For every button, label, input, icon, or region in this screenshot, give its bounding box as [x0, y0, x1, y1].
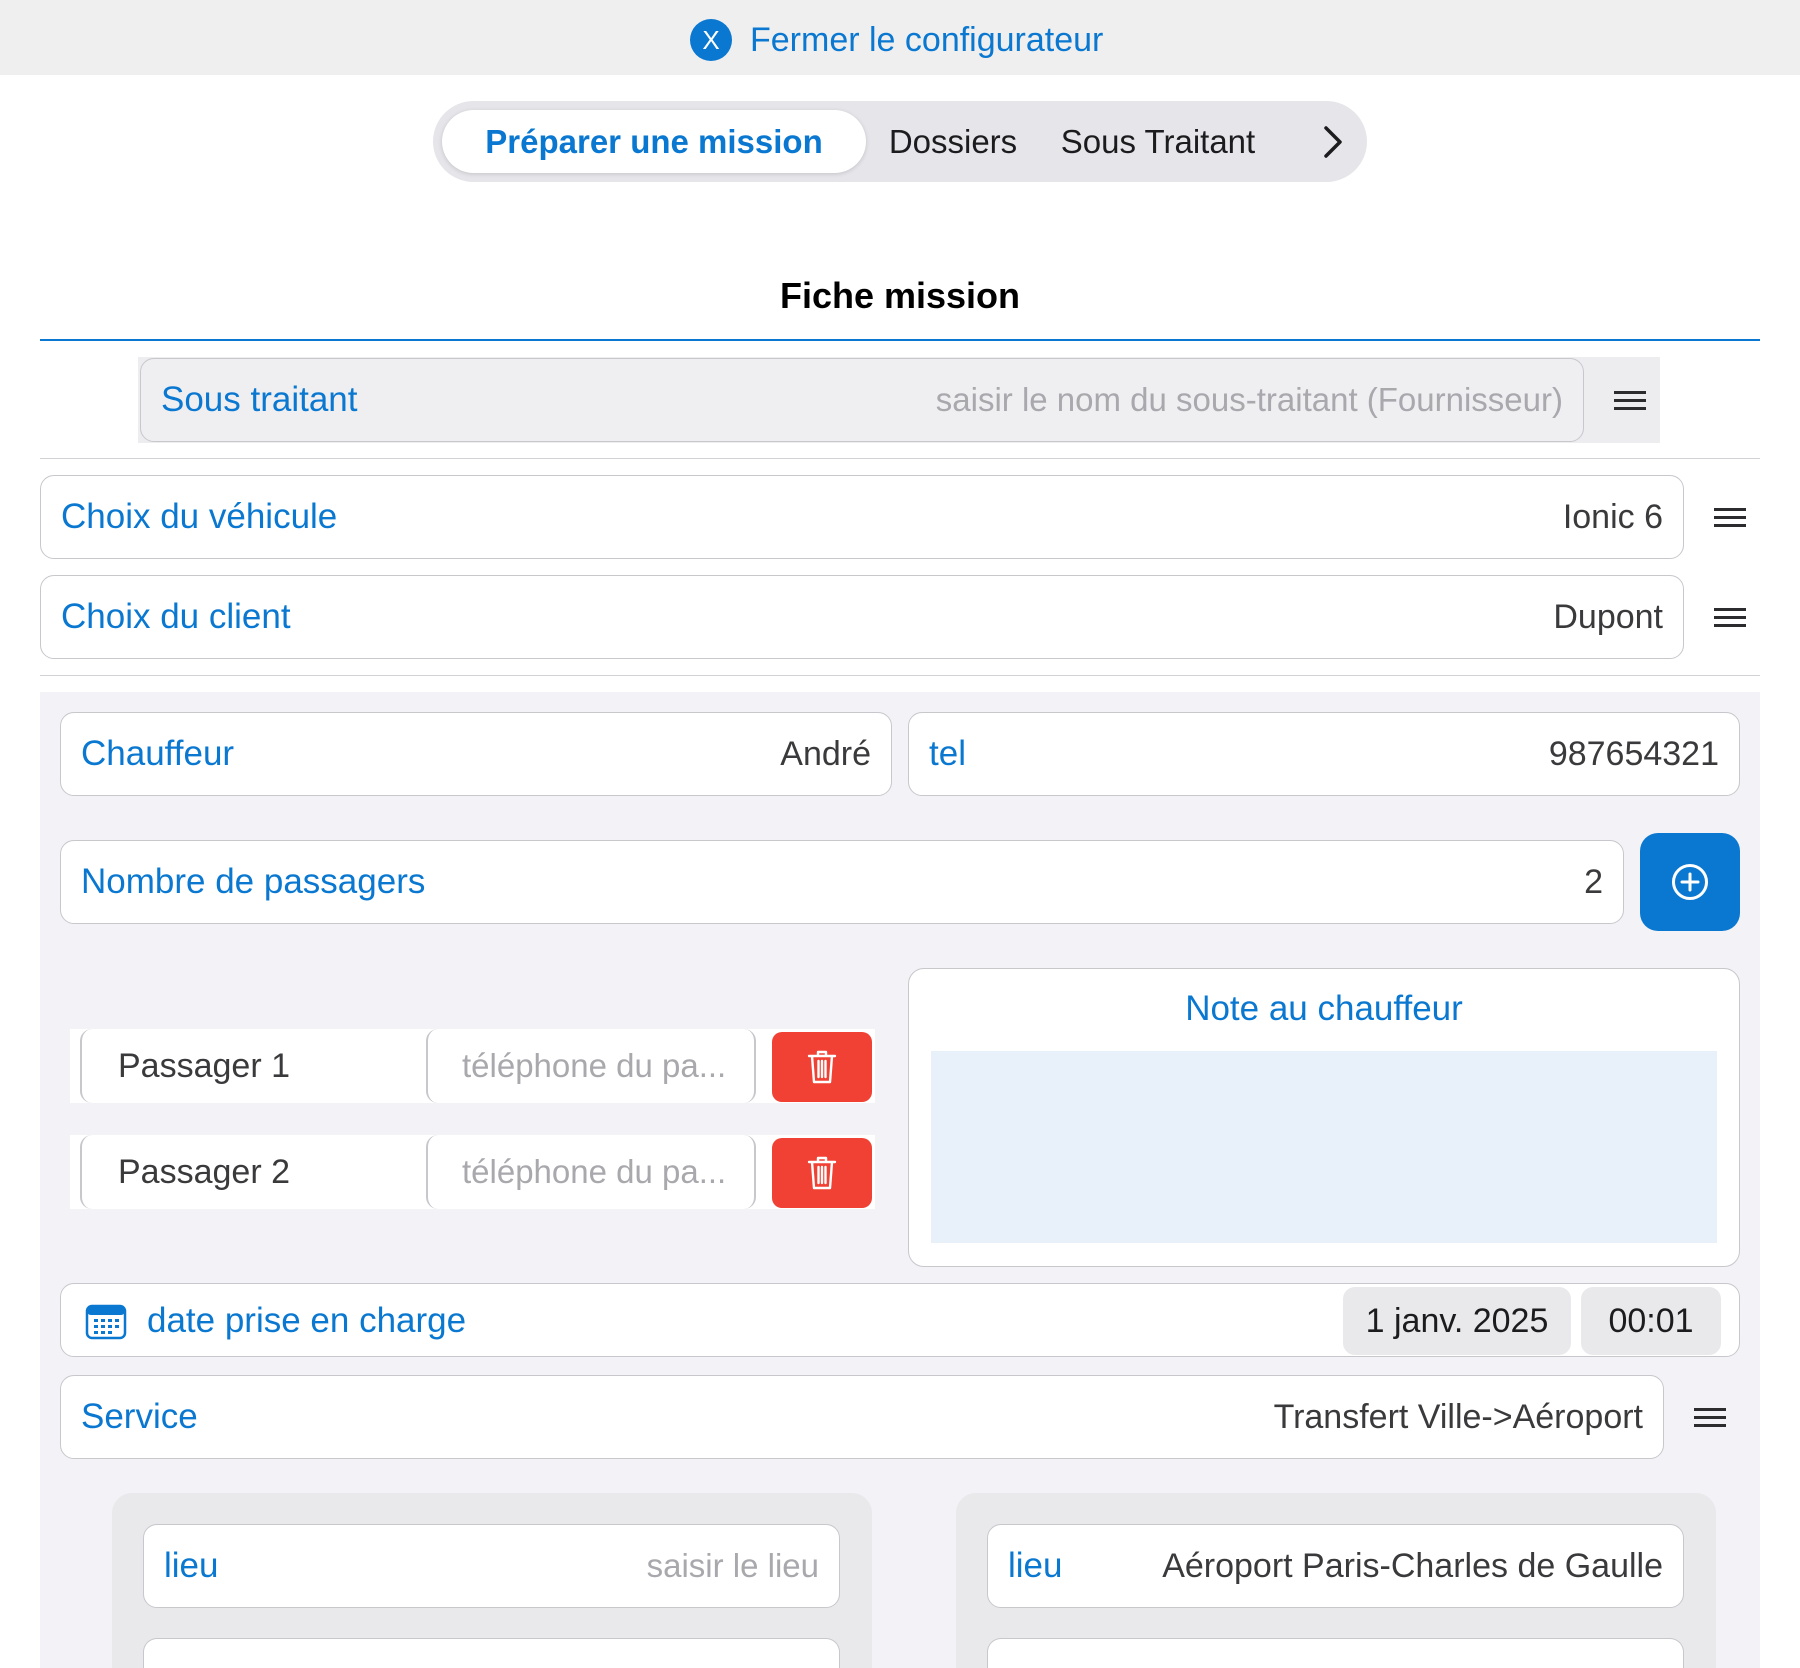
divider: [40, 675, 1760, 676]
date-field: date prise en charge 1 janv. 2025 00:01: [60, 1283, 1740, 1357]
passenger-row: Passager 1 téléphone du pa...: [70, 1029, 875, 1103]
passagers-value: 2: [1584, 862, 1603, 901]
depart-next-field[interactable]: [143, 1638, 840, 1668]
delete-passenger-button[interactable]: [772, 1032, 872, 1102]
date-label: date prise en charge: [147, 1301, 467, 1340]
close-icon: X: [690, 19, 732, 61]
passenger-row: Passager 2 téléphone du pa...: [70, 1135, 875, 1209]
arrivee-lieu-label: lieu: [1008, 1546, 1063, 1585]
vehicule-menu-icon[interactable]: [1710, 498, 1750, 538]
plus-circle-icon: [1672, 864, 1708, 900]
vehicule-label: Choix du véhicule: [61, 497, 338, 536]
passenger-phone-field[interactable]: téléphone du pa...: [426, 1135, 756, 1209]
tel-value: 987654321: [1548, 734, 1719, 773]
sous-traitant-menu-icon[interactable]: [1610, 381, 1650, 421]
chauffeur-value: André: [780, 734, 871, 773]
date-picker[interactable]: 1 janv. 2025: [1343, 1287, 1571, 1355]
divider: [40, 458, 1760, 459]
arrivee-next-field[interactable]: [987, 1638, 1684, 1668]
client-label: Choix du client: [61, 597, 291, 636]
depart-lieu-label: lieu: [164, 1546, 219, 1585]
tab-bar: Préparer une mission Dossiers Sous Trait…: [433, 101, 1367, 182]
note-box: Note au chauffeur: [908, 968, 1740, 1267]
passagers-field[interactable]: Nombre de passagers 2: [60, 840, 1624, 924]
chauffeur-field[interactable]: Chauffeur André: [60, 712, 892, 796]
vehicule-value: Ionic 6: [1562, 497, 1663, 536]
passenger-name-field[interactable]: Passager 2: [80, 1135, 480, 1209]
arrivee-lieu-value: Aéroport Paris-Charles de Gaulle: [1162, 1546, 1663, 1585]
passenger-phone-field[interactable]: téléphone du pa...: [426, 1029, 756, 1103]
depart-lieu-placeholder: saisir le lieu: [646, 1547, 819, 1584]
top-bar: X Fermer le configurateur: [0, 0, 1800, 75]
chauffeur-label: Chauffeur: [81, 734, 235, 773]
trash-icon: [807, 1050, 837, 1084]
calendar-icon: [85, 1304, 127, 1340]
client-value: Dupont: [1553, 597, 1663, 636]
sous-traitant-label: Sous traitant: [161, 380, 358, 419]
client-field[interactable]: Choix du client Dupont: [40, 575, 1684, 659]
tel-field[interactable]: tel 987654321: [908, 712, 1740, 796]
arrivee-lieu-field[interactable]: lieu Aéroport Paris-Charles de Gaulle: [987, 1524, 1684, 1608]
note-textarea[interactable]: [931, 1051, 1717, 1243]
passagers-label: Nombre de passagers: [81, 862, 426, 901]
tab-sous-traitant[interactable]: Sous Traitant: [1053, 110, 1263, 173]
chevron-right-icon[interactable]: [1313, 110, 1353, 173]
vehicule-field[interactable]: Choix du véhicule Ionic 6: [40, 475, 1684, 559]
delete-passenger-button[interactable]: [772, 1138, 872, 1208]
passenger-name-field[interactable]: Passager 1: [80, 1029, 480, 1103]
tel-label: tel: [929, 734, 966, 773]
add-passenger-button[interactable]: [1640, 833, 1740, 931]
tab-dossiers[interactable]: Dossiers: [868, 110, 1038, 173]
title-divider: [40, 339, 1760, 341]
depart-lieu-field[interactable]: lieu saisir le lieu: [143, 1524, 840, 1608]
close-configurator-label: Fermer le configurateur: [750, 20, 1104, 59]
tab-preparer-mission[interactable]: Préparer une mission: [442, 110, 866, 173]
close-configurator-button[interactable]: X Fermer le configurateur: [690, 15, 1103, 65]
sous-traitant-field[interactable]: Sous traitant saisir le nom du sous-trai…: [140, 358, 1584, 442]
client-menu-icon[interactable]: [1710, 598, 1750, 638]
service-label: Service: [81, 1397, 198, 1436]
service-field[interactable]: Service Transfert Ville->Aéroport: [60, 1375, 1664, 1459]
time-picker[interactable]: 00:01: [1581, 1287, 1721, 1355]
page-title: Fiche mission: [779, 275, 1021, 316]
service-value: Transfert Ville->Aéroport: [1273, 1397, 1643, 1436]
note-title: Note au chauffeur: [1185, 989, 1463, 1028]
service-menu-icon[interactable]: [1690, 1398, 1730, 1438]
sous-traitant-placeholder: saisir le nom du sous-traitant (Fourniss…: [935, 381, 1563, 418]
trash-icon: [807, 1156, 837, 1190]
